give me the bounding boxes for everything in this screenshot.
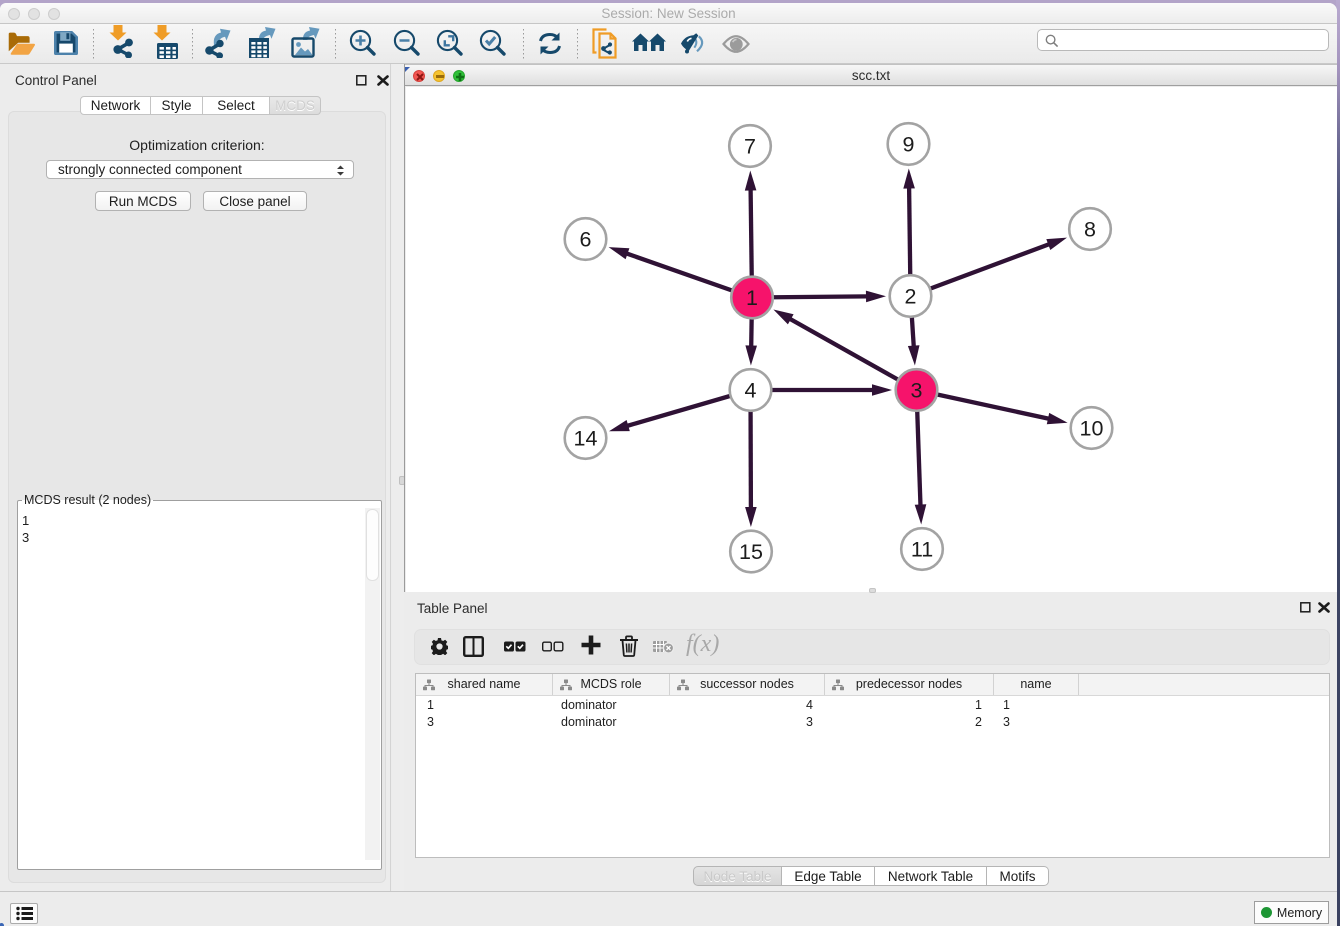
svg-text:1: 1 [746, 286, 758, 310]
svg-text:7: 7 [744, 134, 756, 158]
svg-text:11: 11 [911, 537, 933, 561]
svg-text:14: 14 [574, 426, 598, 450]
svg-text:8: 8 [1084, 217, 1096, 241]
svg-text:3: 3 [911, 378, 923, 402]
svg-text:15: 15 [739, 540, 763, 564]
svg-text:10: 10 [1080, 416, 1104, 440]
svg-text:4: 4 [745, 378, 757, 402]
svg-text:6: 6 [580, 227, 592, 251]
svg-text:9: 9 [903, 132, 915, 156]
svg-text:2: 2 [905, 284, 917, 308]
